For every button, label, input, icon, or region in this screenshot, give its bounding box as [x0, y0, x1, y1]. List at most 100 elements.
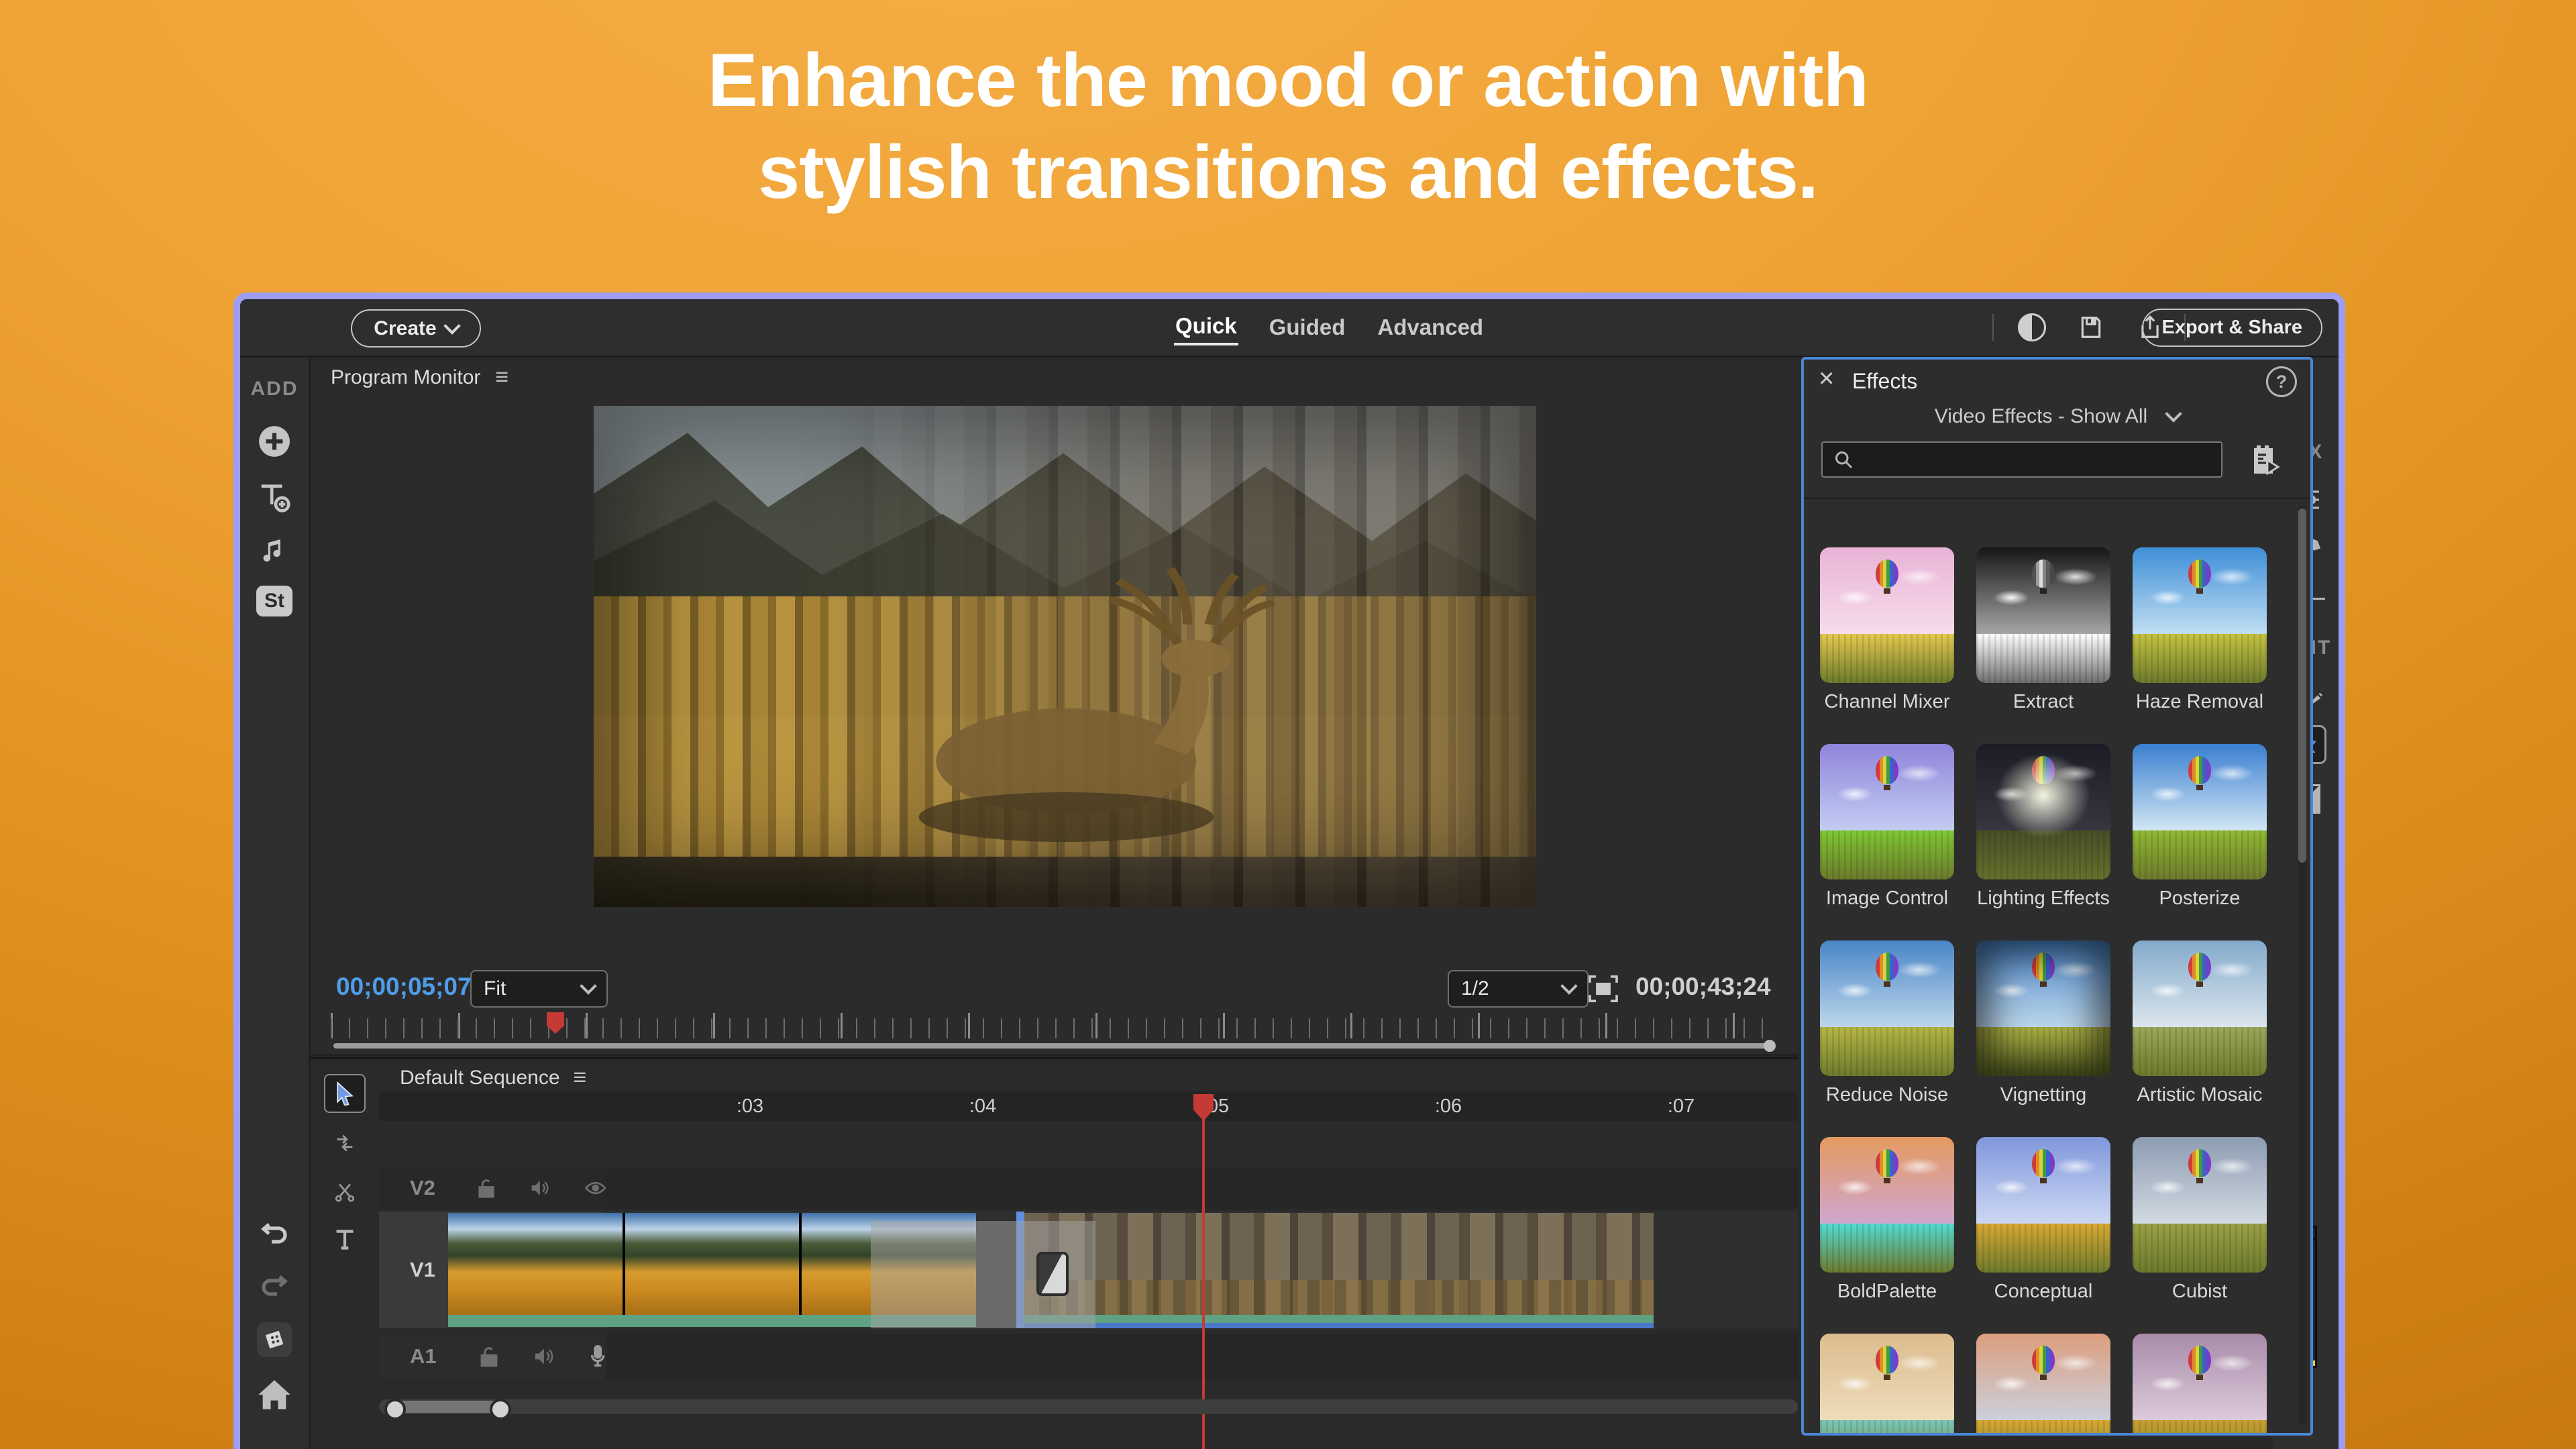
balloon-icon	[2188, 559, 2211, 588]
current-timecode[interactable]: 00;00;05;07	[336, 973, 472, 1001]
effect-item[interactable]: Vignetting	[1976, 941, 2110, 1106]
zoom-range-left-handle[interactable]	[384, 1399, 406, 1420]
timeline-zoom-range[interactable]	[386, 1401, 510, 1413]
effect-item[interactable]: BoldPalette	[1820, 1137, 1954, 1303]
lock-icon[interactable]	[480, 1345, 498, 1368]
export-share-button[interactable]: Export & Share	[2142, 309, 2323, 347]
effect-item[interactable]: Reduce Noise	[1820, 941, 1954, 1106]
effect-label: BoldPalette	[1820, 1281, 1954, 1303]
panel-menu-icon[interactable]: ≡	[574, 1065, 587, 1091]
timeline-panel: Default Sequence ≡	[311, 1057, 1798, 1449]
effect-item[interactable]	[1976, 1334, 2110, 1434]
video-preview[interactable]	[594, 406, 1536, 907]
effects-panel: × Effects ? Video Effects - Show All Cha…	[1801, 357, 2313, 1436]
effects-scrollbar-thumb[interactable]	[2298, 508, 2306, 863]
selection-tool[interactable]	[324, 1074, 366, 1113]
effect-label: Image Control	[1820, 888, 1954, 910]
effect-thumbnail	[1976, 1137, 2110, 1273]
save-icon[interactable]	[2076, 313, 2106, 342]
undo-icon[interactable]	[240, 1223, 309, 1250]
monitor-scrollbar-handle[interactable]	[1764, 1040, 1776, 1052]
effects-panel-header: × Effects ?	[1804, 360, 2310, 400]
redo-icon[interactable]	[240, 1275, 309, 1302]
add-music-icon[interactable]	[240, 533, 309, 566]
clip-thumbnail	[625, 1213, 800, 1315]
balloon-icon	[1876, 1149, 1898, 1177]
effect-thumbnail	[1976, 744, 2110, 879]
effects-category-dropdown[interactable]: Video Effects - Show All	[1804, 405, 2310, 428]
effect-item[interactable]: Channel Mixer	[1820, 547, 1954, 713]
effect-item[interactable]: Conceptual	[1976, 1137, 2110, 1303]
split-tool[interactable]	[325, 1173, 364, 1210]
chevron-down-icon	[2165, 405, 2182, 422]
chevron-down-icon	[580, 977, 596, 994]
zoom-range-right-handle[interactable]	[490, 1399, 511, 1420]
timeline-scrollbar[interactable]	[379, 1399, 1798, 1414]
create-button-label: Create	[374, 317, 436, 340]
effect-item[interactable]: Image Control	[1820, 744, 1954, 910]
toolbar-divider	[1992, 314, 1994, 341]
effects-scrollbar[interactable]	[2298, 506, 2306, 1425]
lock-icon[interactable]	[478, 1177, 495, 1199]
effect-label: Artistic Mosaic	[2133, 1084, 2267, 1106]
headline-line-2: stylish transitions and effects.	[0, 127, 2576, 219]
balloon-icon	[2188, 1149, 2211, 1177]
stock-media-icon[interactable]: St	[240, 586, 309, 616]
effect-item[interactable]: Haze Removal	[2133, 547, 2267, 713]
effect-thumbnail	[2133, 941, 2267, 1076]
balloon-icon	[1876, 559, 1898, 588]
create-button[interactable]: Create	[351, 309, 481, 347]
effect-item[interactable]	[2133, 1334, 2267, 1434]
fullscreen-icon[interactable]	[1589, 975, 1618, 1002]
close-icon[interactable]: ×	[1819, 365, 1834, 392]
text-tool[interactable]	[325, 1222, 364, 1258]
track-select-tool[interactable]	[325, 1125, 364, 1161]
search-input[interactable]	[1863, 448, 2188, 471]
tab-guided[interactable]: Guided	[1268, 311, 1347, 344]
transition-overlay[interactable]	[871, 1221, 1095, 1328]
contrast-icon[interactable]	[2017, 313, 2047, 342]
ruler-label: :03	[737, 1095, 763, 1118]
effects-panel-title: Effects	[1852, 369, 1917, 394]
tab-quick[interactable]: Quick	[1174, 309, 1238, 345]
effect-label: Haze Removal	[2133, 691, 2267, 713]
visibility-icon[interactable]	[585, 1179, 606, 1197]
applied-effects-icon[interactable]	[2251, 444, 2281, 476]
playback-quality-dropdown[interactable]: 1/2	[1448, 970, 1589, 1008]
add-text-icon[interactable]	[240, 480, 309, 516]
timeline-playhead-line[interactable]	[1202, 1108, 1205, 1449]
microphone-icon[interactable]	[590, 1345, 606, 1368]
effect-item[interactable]: Cubist	[2133, 1137, 2267, 1303]
balloon-icon	[2188, 1346, 2211, 1374]
effect-item[interactable]: Posterize	[2133, 744, 2267, 910]
audio-icon[interactable]	[533, 1346, 555, 1366]
effect-label: Conceptual	[1976, 1281, 2110, 1303]
program-monitor-title: Program Monitor ≡	[331, 364, 508, 390]
effect-item[interactable]: Artistic Mosaic	[2133, 941, 2267, 1106]
help-icon[interactable]: ?	[2266, 366, 2297, 397]
effect-item[interactable]: Lighting Effects	[1976, 744, 2110, 910]
zoom-level-dropdown[interactable]: Fit	[470, 970, 608, 1008]
search-icon	[1833, 449, 1854, 470]
effect-item[interactable]: Extract	[1976, 547, 2110, 713]
effect-thumbnail	[1820, 941, 1954, 1076]
panel-menu-icon[interactable]: ≡	[495, 364, 508, 390]
add-media-icon[interactable]	[240, 425, 309, 458]
effect-thumbnail	[1820, 1334, 1954, 1434]
effect-item[interactable]	[1820, 1334, 1954, 1434]
search-box[interactable]	[1821, 441, 2222, 478]
effect-label: Posterize	[2133, 888, 2267, 910]
audio-icon[interactable]	[530, 1178, 550, 1198]
monitor-scrollbar[interactable]	[333, 1043, 1773, 1049]
balloon-icon	[1876, 756, 1898, 784]
timeline-ruler[interactable]: :03:04:05:06:07	[379, 1091, 1798, 1121]
balloon-icon	[2188, 756, 2211, 784]
track-name: A1	[410, 1344, 445, 1368]
clip-thumbnail	[448, 1213, 623, 1315]
organizer-icon[interactable]	[240, 1322, 309, 1357]
effect-thumbnail	[1976, 547, 2110, 683]
track-name: V2	[410, 1176, 443, 1200]
clip-deer-forest[interactable]	[1024, 1213, 1654, 1315]
home-icon[interactable]	[240, 1379, 309, 1411]
tab-advanced[interactable]: Advanced	[1376, 311, 1485, 344]
